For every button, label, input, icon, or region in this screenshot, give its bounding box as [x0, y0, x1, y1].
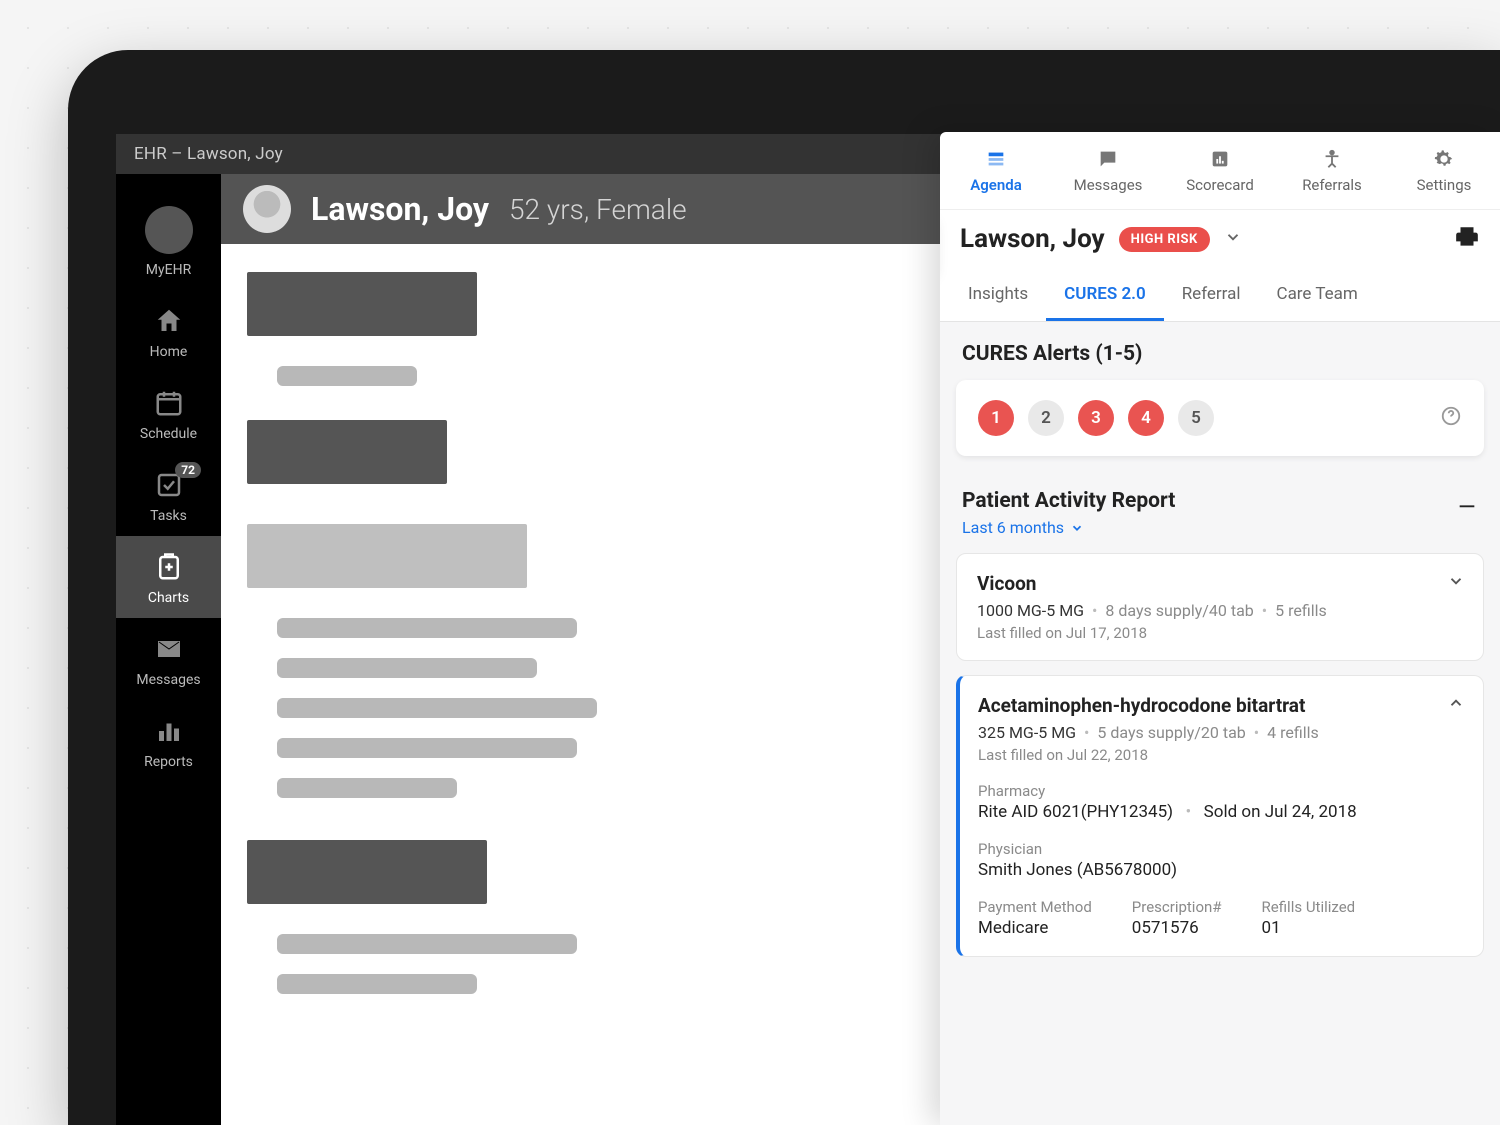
- rx-supply: 5 days supply/20 tab: [1097, 723, 1245, 742]
- side-panel: Agenda Messages Scorecard Referrals Sett…: [940, 132, 1500, 1125]
- sidebar-item-tasks[interactable]: 72 Tasks: [116, 454, 221, 536]
- subtab-careteam[interactable]: Care Team: [1259, 268, 1376, 321]
- chevron-down-icon: [1070, 521, 1084, 535]
- payment-value: Medicare: [978, 918, 1092, 938]
- rx-name: Acetaminophen-hydrocodone bitartrat: [978, 694, 1463, 717]
- accessibility-icon: [1321, 148, 1343, 170]
- rx-card-vicoon[interactable]: Vicoon 1000 MG-5 MG • 8 days supply/40 t…: [956, 553, 1484, 661]
- pharmacy-value: Rite AID 6021(PHY12345): [978, 802, 1173, 822]
- home-icon: [152, 304, 186, 338]
- help-button[interactable]: [1440, 405, 1462, 431]
- sidebar-label: Charts: [148, 590, 189, 606]
- alert-dot-4[interactable]: 4: [1128, 400, 1164, 436]
- date-range-selector[interactable]: Last 6 months: [940, 518, 1500, 553]
- calendar-icon: [152, 386, 186, 420]
- payment-label: Payment Method: [978, 898, 1092, 916]
- printer-icon: [1454, 224, 1480, 250]
- alert-dot-1[interactable]: 1: [978, 400, 1014, 436]
- refills-utilized-label: Refills Utilized: [1262, 898, 1356, 916]
- par-title: Patient Activity Report: [962, 489, 1175, 513]
- rx-supply: 8 days supply/40 tab: [1105, 601, 1253, 620]
- tab-label: Messages: [1074, 176, 1143, 194]
- rx-refills: 5 refills: [1275, 601, 1327, 620]
- avatar-icon: [145, 206, 193, 254]
- window-title: EHR – Lawson, Joy: [134, 144, 283, 164]
- sidebar-label: Tasks: [150, 508, 187, 524]
- rx-dose: 325 MG-5 MG: [978, 723, 1076, 742]
- help-circle-icon: [1440, 405, 1462, 427]
- patient-avatar-icon: [243, 185, 291, 233]
- print-button[interactable]: [1454, 224, 1480, 254]
- tab-label: Scorecard: [1186, 176, 1254, 194]
- subtab-referral[interactable]: Referral: [1164, 268, 1259, 321]
- rx-name: Vicoon: [977, 572, 1463, 595]
- physician-label: Physician: [978, 840, 1463, 858]
- prescription-value: 0571576: [1132, 918, 1222, 938]
- patient-name: Lawson, Joy: [311, 190, 489, 228]
- sidebar-item-schedule[interactable]: Schedule: [116, 372, 221, 454]
- gear-icon: [1433, 148, 1455, 170]
- rx-refills: 4 refills: [1267, 723, 1319, 742]
- alert-dot-5[interactable]: 5: [1178, 400, 1214, 436]
- panel-sub-tabs: Insights CURES 2.0 Referral Care Team: [940, 268, 1500, 322]
- expand-toggle[interactable]: [1447, 572, 1465, 594]
- rx-last-filled: Last filled on Jul 17, 2018: [977, 624, 1463, 642]
- scorecard-icon: [1209, 148, 1231, 170]
- pharmacy-label: Pharmacy: [978, 782, 1463, 800]
- subtab-insights[interactable]: Insights: [950, 268, 1046, 321]
- prescription-label: Prescription#: [1132, 898, 1222, 916]
- chevron-down-icon: [1447, 572, 1465, 590]
- tab-scorecard[interactable]: Scorecard: [1164, 132, 1276, 209]
- refills-utilized-value: 01: [1262, 918, 1356, 938]
- sold-date: Sold on Jul 24, 2018: [1204, 802, 1357, 822]
- clipboard-plus-icon: [152, 550, 186, 584]
- cures-alerts-title: CURES Alerts (1-5): [940, 322, 1500, 380]
- tab-label: Settings: [1417, 176, 1472, 194]
- sidebar-item-home[interactable]: Home: [116, 290, 221, 372]
- tab-agenda[interactable]: Agenda: [940, 132, 1052, 209]
- tab-settings[interactable]: Settings: [1388, 132, 1500, 209]
- tab-referrals[interactable]: Referrals: [1276, 132, 1388, 209]
- rx-card-acetaminophen[interactable]: Acetaminophen-hydrocodone bitartrat 325 …: [956, 675, 1484, 957]
- tab-label: Agenda: [970, 176, 1022, 194]
- agenda-icon: [985, 148, 1007, 170]
- tab-label: Referrals: [1302, 176, 1362, 194]
- mail-icon: [152, 632, 186, 666]
- panel-patient-name: Lawson, Joy: [960, 224, 1105, 254]
- chat-icon: [1097, 148, 1119, 170]
- chevron-down-icon: [1224, 228, 1242, 246]
- sidebar-label: Home: [150, 344, 188, 360]
- sidebar-item-reports[interactable]: Reports: [116, 700, 221, 782]
- bar-chart-icon: [152, 714, 186, 748]
- alert-dot-3[interactable]: 3: [1078, 400, 1114, 436]
- risk-badge: HIGH RISK: [1119, 227, 1210, 252]
- sidebar-label: Schedule: [140, 426, 197, 442]
- sidebar-label: Messages: [136, 672, 200, 688]
- download-icon: [1456, 488, 1478, 510]
- subtab-cures[interactable]: CURES 2.0: [1046, 268, 1164, 321]
- sidebar-item-myehr[interactable]: MyEHR: [116, 192, 221, 290]
- sidebar-item-charts[interactable]: Charts: [116, 536, 221, 618]
- tab-messages[interactable]: Messages: [1052, 132, 1164, 209]
- date-range-value: Last 6 months: [962, 518, 1064, 537]
- rx-dose: 1000 MG-5 MG: [977, 601, 1084, 620]
- tasks-badge: 72: [175, 462, 201, 478]
- sidebar-label: MyEHR: [146, 262, 191, 278]
- sidebar-item-messages[interactable]: Messages: [116, 618, 221, 700]
- cures-alerts-card: 1 2 3 4 5: [956, 380, 1484, 456]
- physician-value: Smith Jones (AB5678000): [978, 860, 1463, 880]
- chevron-up-icon: [1447, 694, 1465, 712]
- panel-top-tabs: Agenda Messages Scorecard Referrals Sett…: [940, 132, 1500, 210]
- alert-dot-2[interactable]: 2: [1028, 400, 1064, 436]
- sidebar: MyEHR Home Schedule 72 Tasks: [116, 174, 221, 1125]
- patient-dropdown[interactable]: [1224, 228, 1242, 250]
- download-button[interactable]: [1456, 488, 1478, 514]
- patient-meta: 52 yrs, Female: [509, 193, 687, 226]
- sidebar-label: Reports: [144, 754, 193, 770]
- rx-last-filled: Last filled on Jul 22, 2018: [978, 746, 1463, 764]
- collapse-toggle[interactable]: [1447, 694, 1465, 716]
